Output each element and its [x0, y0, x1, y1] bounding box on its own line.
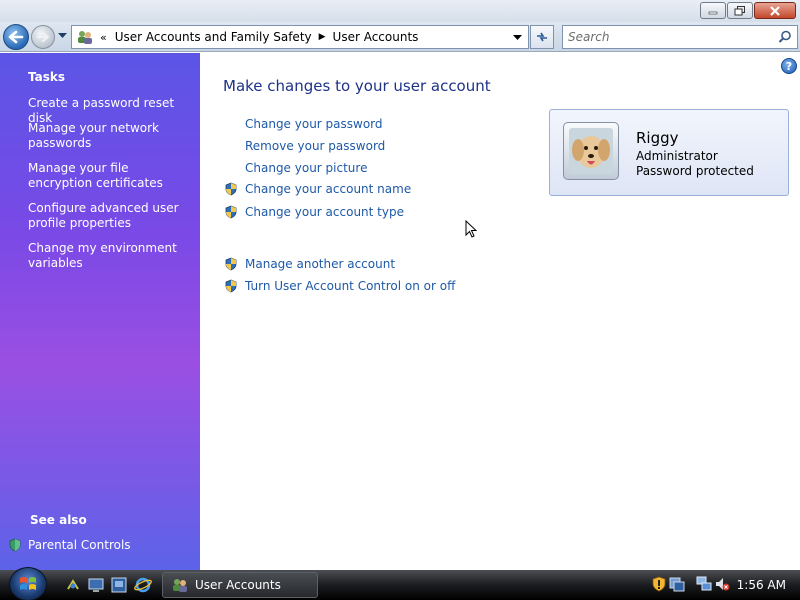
taskbar-button-user-accounts[interactable]: User Accounts [162, 572, 318, 598]
uac-shield-icon [225, 182, 237, 196]
see-also-parental-controls[interactable]: Parental Controls [8, 538, 131, 552]
action-link[interactable]: Change your picture [245, 161, 367, 175]
refresh-button[interactable] [530, 25, 554, 49]
security-center-shield-icon[interactable] [652, 576, 666, 592]
forward-arrow-icon [37, 32, 50, 42]
task-manage-file-encryption-certificates[interactable]: Manage your file encryption certificates [28, 161, 193, 191]
network-icon[interactable] [696, 576, 712, 592]
windows-update-icon[interactable] [669, 576, 685, 592]
action-link[interactable]: Change your account name [245, 182, 411, 196]
uac-shield-icon [225, 279, 237, 293]
task-manage-network-passwords[interactable]: Manage your network passwords [28, 121, 193, 151]
recent-pages-dropdown-icon[interactable] [58, 33, 67, 39]
refresh-icon [537, 32, 547, 42]
navigation-bar: « User Accounts and Family Safety ▶ User… [0, 22, 800, 52]
control-panel-users-icon [78, 31, 92, 44]
action-link[interactable]: Remove your password [245, 139, 385, 153]
quicklaunch-show-desktop-icon[interactable] [88, 577, 104, 593]
quicklaunch-internet-explorer-icon[interactable] [134, 577, 152, 593]
mouse-cursor-icon [465, 220, 478, 238]
taskbar-button-label: User Accounts [195, 578, 281, 592]
address-bar[interactable]: « User Accounts and Family Safety ▶ User… [71, 25, 529, 49]
task-pane: Tasks Create a password reset disk Manag… [0, 53, 200, 570]
window-controls [700, 2, 796, 19]
minimize-icon [708, 11, 718, 14]
parental-controls-shield-icon [9, 538, 21, 552]
uac-shield-icon [225, 257, 237, 271]
parental-controls-label: Parental Controls [28, 538, 131, 552]
forward-button[interactable] [31, 25, 55, 49]
quicklaunch-windows-icon[interactable] [111, 577, 127, 593]
clock[interactable]: 1:56 AM [737, 578, 786, 592]
minimize-button[interactable] [700, 2, 726, 19]
overflow-chevron-icon[interactable]: « [100, 31, 107, 44]
back-arrow-icon [8, 30, 24, 44]
account-password-status: Password protected [636, 164, 754, 178]
action-change-account-type[interactable]: Change your account type [224, 205, 404, 219]
close-icon [770, 5, 780, 16]
action-link[interactable]: Manage another account [245, 257, 395, 271]
breadcrumb-user-accounts[interactable]: User Accounts [333, 30, 419, 44]
help-icon[interactable]: ? [781, 58, 797, 74]
task-change-environment-variables[interactable]: Change my environment variables [28, 241, 193, 271]
page-title: Make changes to your user account [223, 77, 491, 95]
account-card: Riggy Administrator Password protected [549, 109, 789, 196]
action-change-password[interactable]: Change your password [224, 117, 383, 131]
quicklaunch-switch-windows-icon[interactable] [65, 577, 81, 593]
system-tray: 1:56 AM [648, 570, 800, 600]
main-content: ? Make changes to your user account Chan… [200, 53, 800, 570]
dog-picture-icon [569, 128, 613, 174]
action-link[interactable]: Turn User Account Control on or off [245, 279, 455, 293]
back-button[interactable] [3, 24, 29, 50]
taskbar: User Accounts 1:56 AM [0, 567, 800, 600]
search-box[interactable] [562, 25, 798, 49]
uac-shield-icon [225, 205, 237, 219]
control-panel-users-icon [173, 579, 187, 592]
action-remove-password[interactable]: Remove your password [224, 139, 385, 153]
action-link[interactable]: Change your password [245, 117, 383, 131]
action-change-picture[interactable]: Change your picture [224, 161, 367, 175]
restore-icon [734, 5, 745, 15]
windows-logo-icon [20, 577, 36, 590]
breadcrumb-user-accounts-family-safety[interactable]: User Accounts and Family Safety [115, 30, 312, 44]
avatar[interactable] [563, 122, 619, 180]
title-bar [0, 0, 800, 22]
search-input[interactable] [568, 30, 768, 44]
start-button[interactable] [9, 567, 47, 600]
account-type: Administrator [636, 149, 718, 163]
address-dropdown-icon[interactable] [513, 35, 522, 41]
action-manage-another-account[interactable]: Manage another account [224, 257, 395, 271]
see-also-heading: See also [30, 513, 87, 527]
account-name: Riggy [636, 129, 679, 147]
action-turn-uac-on-off[interactable]: Turn User Account Control on or off [224, 279, 455, 293]
task-configure-advanced-user-profile[interactable]: Configure advanced user profile properti… [28, 201, 193, 231]
search-icon[interactable] [778, 30, 792, 44]
volume-muted-icon[interactable] [714, 576, 730, 592]
tasks-heading: Tasks [28, 70, 66, 84]
close-button[interactable] [754, 2, 796, 19]
breadcrumb-separator-icon[interactable]: ▶ [319, 32, 326, 42]
action-change-account-name[interactable]: Change your account name [224, 182, 411, 196]
action-link[interactable]: Change your account type [245, 205, 404, 219]
maximize-button[interactable] [727, 2, 753, 19]
